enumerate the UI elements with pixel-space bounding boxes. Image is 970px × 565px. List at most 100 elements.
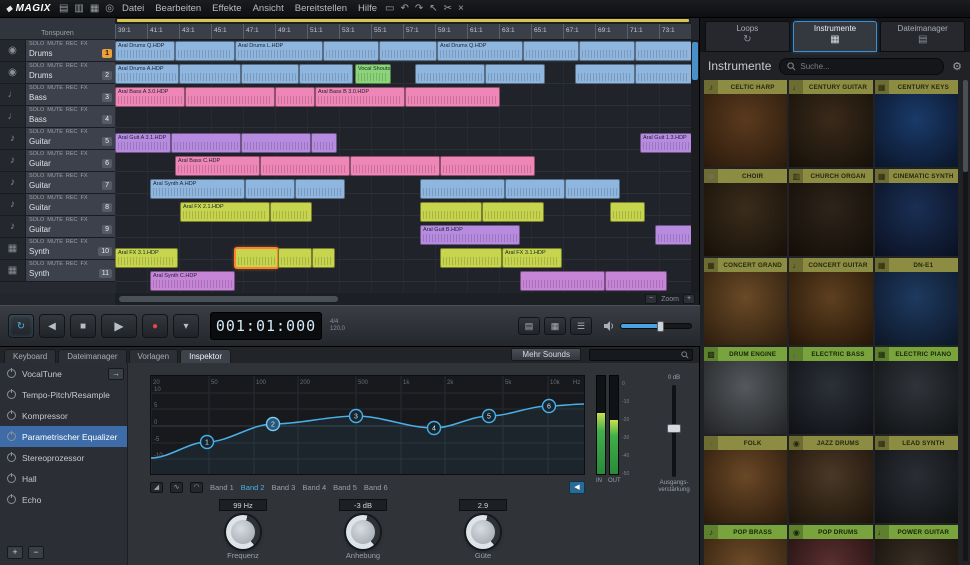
audio-clip[interactable] (605, 271, 667, 291)
zoom-in-button[interactable]: + (683, 294, 695, 304)
track-solo-button[interactable]: SOLO (29, 41, 44, 48)
effect-item[interactable]: Stereoprozessor (0, 447, 127, 468)
track-rec-button[interactable]: REC (66, 151, 78, 158)
track-header[interactable]: SOLO MUTE REC FX Synth 11 (26, 260, 115, 281)
audio-clip[interactable] (323, 41, 379, 61)
remove-effect-button[interactable]: − (28, 546, 44, 559)
instrument-card[interactable]: ♩ CONCERT GUITAR (789, 258, 873, 345)
guitar-icon[interactable]: ♪ (0, 172, 26, 193)
audio-clip[interactable] (420, 202, 482, 222)
track-header[interactable]: SOLO MUTE REC FX Bass 3 (26, 84, 115, 105)
track-header[interactable]: SOLO MUTE REC FX Bass 4 (26, 106, 115, 127)
effect-item[interactable]: Echo (0, 489, 127, 510)
instrument-card[interactable]: ▦ ELECTRIC PIANO (874, 347, 958, 434)
track-solo-button[interactable]: SOLO (29, 195, 44, 202)
track-solo-button[interactable]: SOLO (29, 239, 44, 246)
track-header[interactable]: SOLO MUTE REC FX Guitar 8 (26, 194, 115, 215)
more-sounds-button[interactable]: Mehr Sounds (511, 348, 581, 361)
audio-clip[interactable] (579, 41, 635, 61)
bass-icon[interactable]: ♩ (0, 84, 26, 105)
track-fx-button[interactable]: FX (81, 239, 88, 246)
audio-clip[interactable]: Aral Drums L.HDP (235, 41, 323, 61)
track-rec-button[interactable]: REC (66, 195, 78, 202)
audio-clip[interactable] (420, 179, 505, 199)
audio-clip[interactable] (235, 248, 278, 268)
instrument-card[interactable]: ▦ DN-E1 (874, 258, 958, 345)
menu-datei[interactable]: Datei (122, 3, 144, 14)
tempo-display[interactable]: 4/4 120,0 (330, 319, 345, 333)
track-fx-button[interactable]: FX (81, 173, 88, 180)
track-solo-button[interactable]: SOLO (29, 129, 44, 136)
output-gain-slider[interactable] (667, 385, 681, 477)
scrollbar-thumb[interactable] (692, 42, 698, 80)
track-solo-button[interactable]: SOLO (29, 173, 44, 180)
track-mute-button[interactable]: MUTE (47, 239, 63, 246)
track-mute-button[interactable]: MUTE (47, 107, 63, 114)
knob-anhebung[interactable] (346, 515, 380, 549)
cursor-icon[interactable]: ↖ (429, 3, 437, 14)
drums-icon[interactable]: ◉ (0, 62, 26, 83)
eq-band-button[interactable]: Band 5 (333, 483, 357, 492)
track-rec-button[interactable]: REC (66, 129, 78, 136)
track-header[interactable]: SOLO MUTE REC FX Guitar 7 (26, 172, 115, 193)
audio-clip[interactable] (270, 202, 312, 222)
output-gain-handle[interactable] (667, 423, 681, 433)
audio-clip[interactable] (635, 41, 691, 61)
export-icon[interactable]: ◎ (105, 3, 114, 14)
save-icon[interactable]: ▦ (90, 3, 99, 14)
new-arrangement-icon[interactable]: ▤ (59, 3, 68, 14)
tab-instrumente[interactable]: Instrumente ▦ (792, 21, 878, 52)
instrument-card[interactable]: ♩ POWER GUITAR (874, 525, 958, 565)
menu-hilfe[interactable]: Hilfe (358, 3, 377, 14)
track-rec-button[interactable]: REC (66, 239, 78, 246)
audio-clip[interactable]: Aral Synth C.HDP (150, 271, 235, 291)
audio-clip[interactable] (635, 64, 691, 84)
track-mute-button[interactable]: MUTE (47, 261, 63, 268)
audio-clip[interactable] (440, 248, 502, 268)
audio-clip[interactable] (505, 179, 565, 199)
menu-ansicht[interactable]: Ansicht (253, 3, 284, 14)
track-rec-button[interactable]: REC (66, 173, 78, 180)
arranger-vertical-scrollbar[interactable] (691, 40, 699, 293)
record-button[interactable]: ● (142, 314, 168, 338)
effect-item[interactable]: Parametrischer Equalizer (0, 426, 127, 447)
guitar-icon[interactable]: ♪ (0, 216, 26, 237)
knob-frequenz[interactable] (226, 515, 260, 549)
play-button[interactable]: ▶ (101, 314, 137, 338)
piano-roll-button[interactable]: ▦ (544, 317, 566, 335)
eq-band-button[interactable]: Band 4 (302, 483, 326, 492)
track-fx-button[interactable]: FX (81, 195, 88, 202)
instrument-card[interactable]: ♪ FOLK (704, 436, 788, 523)
record-options-button[interactable]: ▾ (173, 314, 199, 338)
track-header[interactable]: SOLO MUTE REC FX Synth 10 (26, 238, 115, 259)
audio-clip[interactable] (482, 202, 544, 222)
audio-clip[interactable] (575, 64, 635, 84)
power-icon[interactable] (7, 431, 16, 441)
menu-bereitstellen[interactable]: Bereitstellen (295, 3, 347, 14)
timeline-ruler[interactable]: 39:1 41:1 43:1 45:1 47:1 49:1 51:1 53:1 55:1 57:1… (115, 24, 691, 40)
instrument-card[interactable]: ♪ POP BRASS (704, 525, 788, 565)
track-rec-button[interactable]: REC (66, 41, 78, 48)
audio-clip[interactable]: Aral Bass A 3.0.HDP (115, 87, 185, 107)
audio-clip[interactable] (295, 179, 345, 199)
audio-clip[interactable] (241, 133, 311, 153)
search-input[interactable] (800, 61, 937, 71)
tab-dateimanager[interactable]: Dateimanager ▤ (880, 21, 966, 52)
track-list-header[interactable]: Tonspuren (0, 18, 115, 40)
audio-clip[interactable]: Aral Bass B 3.0.HDP (315, 87, 405, 107)
track-header[interactable]: SOLO MUTE REC FX Drums 1 (26, 40, 115, 61)
track-mute-button[interactable]: MUTE (47, 63, 63, 70)
audio-clip[interactable]: Vocal Shouts (355, 64, 391, 84)
power-icon[interactable] (7, 494, 16, 504)
instrument-card[interactable]: ▦ CINEMATIC SYNTH (874, 169, 958, 256)
open-folder-icon[interactable]: ▥ (74, 3, 83, 14)
power-icon[interactable] (7, 410, 16, 420)
eq-band-button[interactable]: Band 6 (364, 483, 388, 492)
audio-clip[interactable]: Aral Drums A.HDP (115, 64, 179, 84)
audio-clip[interactable] (440, 156, 535, 176)
audio-clip[interactable] (415, 64, 485, 84)
audio-clip[interactable] (523, 41, 579, 61)
track-mute-button[interactable]: MUTE (47, 217, 63, 224)
track-rec-button[interactable]: REC (66, 217, 78, 224)
track-rec-button[interactable]: REC (66, 63, 78, 70)
